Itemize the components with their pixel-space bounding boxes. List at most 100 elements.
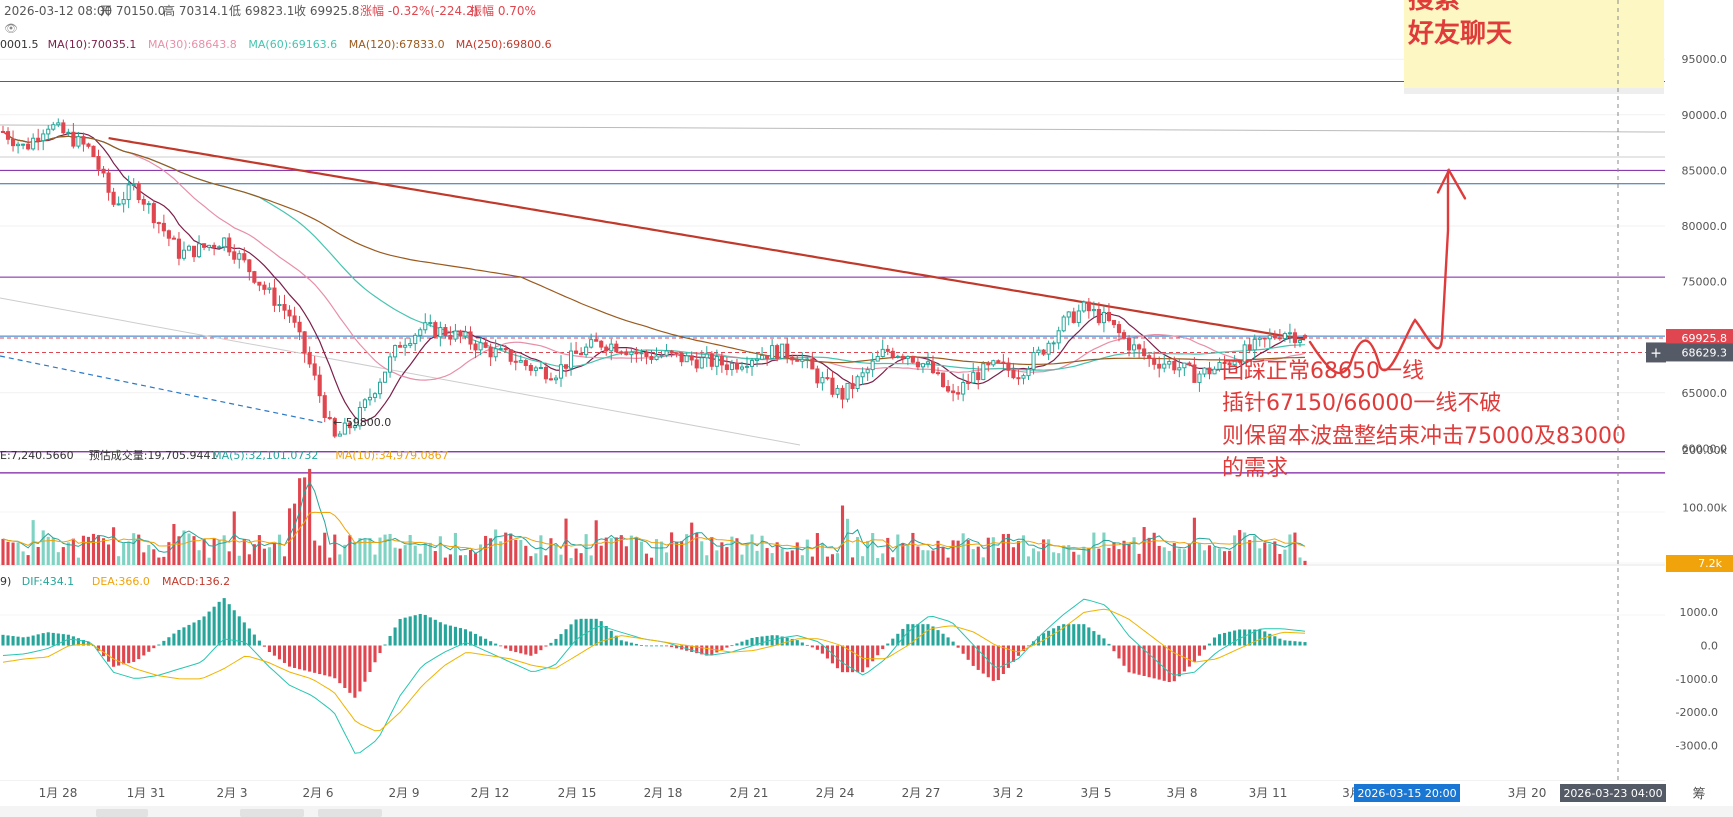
candle-body — [1277, 337, 1282, 340]
volume-bar — [830, 554, 835, 565]
volume-bar — [881, 553, 885, 565]
volume-bar — [142, 552, 146, 565]
candle-body — [191, 245, 197, 258]
candle-body — [1292, 332, 1298, 343]
volume-bar — [358, 538, 362, 565]
volume-bar — [795, 542, 799, 565]
macd-bar — [951, 641, 955, 646]
eye-icon[interactable]: 👁 — [4, 22, 18, 35]
volume-bar — [845, 518, 850, 565]
volume-bar — [780, 548, 784, 565]
macd-bar — [1137, 645, 1141, 675]
macd-bar — [428, 617, 432, 646]
macd-bar — [956, 645, 960, 648]
macd-bar — [840, 645, 845, 673]
macd-bar — [509, 645, 513, 651]
volume-bar — [1011, 547, 1015, 565]
macd-bar — [287, 645, 292, 667]
candle-body — [272, 287, 277, 306]
macd-bar — [192, 622, 196, 646]
macd-bar — [720, 645, 724, 651]
volume-bar — [398, 548, 402, 565]
candle-body — [1106, 311, 1112, 321]
volume-bar — [584, 534, 588, 565]
macd-bar — [856, 645, 860, 673]
candle-body — [579, 352, 584, 356]
macd-bar — [107, 645, 111, 662]
candle-body — [473, 343, 478, 351]
candle-body — [362, 399, 368, 408]
candle-body — [222, 237, 227, 248]
candle-body — [915, 361, 920, 368]
macd-bar — [1258, 629, 1262, 646]
volume-bar — [413, 545, 417, 565]
candle-body — [538, 366, 543, 369]
trendline-gray-upper — [0, 124, 1666, 133]
candle-body — [1132, 344, 1137, 351]
candle-body — [634, 351, 639, 355]
macd-bar — [197, 620, 201, 646]
macd-bar — [6, 635, 10, 646]
candle-body — [1297, 339, 1303, 343]
candle-body — [739, 366, 745, 370]
macd-bar — [775, 635, 779, 646]
candle-body — [282, 304, 287, 311]
volume-bar — [197, 550, 201, 565]
volume-bar — [1283, 549, 1287, 565]
macd-bar — [876, 645, 880, 656]
candle-body — [1011, 369, 1016, 379]
candle-body — [61, 122, 66, 134]
volume-bar — [1162, 547, 1166, 565]
volume-bar — [649, 557, 654, 565]
macd-bar — [891, 638, 895, 646]
macd-bar — [182, 627, 186, 646]
candle-body — [589, 339, 594, 348]
candle-body — [1111, 319, 1117, 326]
macd-bar — [453, 626, 457, 646]
volume-bar — [328, 557, 332, 565]
volume-bar — [629, 535, 633, 565]
macd-bar — [1117, 645, 1121, 659]
volume-bar — [41, 530, 45, 565]
macd-bar — [333, 645, 337, 679]
volume-bar — [479, 544, 483, 565]
candle-body — [574, 350, 579, 354]
volume-bar — [700, 541, 704, 565]
volume-bar — [282, 556, 287, 565]
macd-bar — [1303, 642, 1307, 646]
macd-bar — [433, 619, 437, 646]
volume-bar — [770, 553, 774, 565]
toolbar-tab-1[interactable] — [96, 809, 148, 817]
volume-bar — [187, 533, 191, 565]
volume-bar — [911, 532, 915, 565]
volume-bar — [991, 537, 995, 565]
volume-bar — [840, 505, 845, 565]
volume-bar — [554, 545, 558, 565]
candle-body — [292, 315, 297, 323]
toolbar-tab-2[interactable] — [240, 809, 304, 817]
macd-bar — [735, 643, 739, 646]
macd-bar — [177, 629, 181, 646]
candle-body — [760, 355, 765, 360]
macd-bar — [559, 634, 563, 646]
ohlc-open: 开 70150.0 — [100, 4, 165, 18]
btc-chart-canvas[interactable]: 搜索 好友聊天 2026-03-12 08:00 开 70150.0 高 703… — [0, 0, 1733, 817]
toolbar-tab-3[interactable] — [318, 809, 382, 817]
candle-body — [946, 386, 951, 392]
candle-body — [935, 372, 941, 375]
candle-body — [1207, 367, 1212, 375]
volume-bar — [504, 532, 508, 565]
volume-bar — [458, 555, 463, 565]
volume-bar — [1031, 548, 1036, 565]
volume-bar — [1253, 535, 1257, 565]
candle-body — [835, 387, 840, 395]
candle-body — [398, 345, 403, 348]
volume-bar — [157, 557, 161, 565]
promo-line-2: 好友聊天 — [1407, 19, 1512, 49]
macd-bar — [71, 636, 75, 646]
projection-arrowhead — [1436, 167, 1467, 200]
candle-body — [956, 392, 961, 395]
candle-body — [503, 348, 508, 351]
price-tick: 85000.0 — [1682, 164, 1728, 177]
macd-bar — [634, 643, 638, 646]
